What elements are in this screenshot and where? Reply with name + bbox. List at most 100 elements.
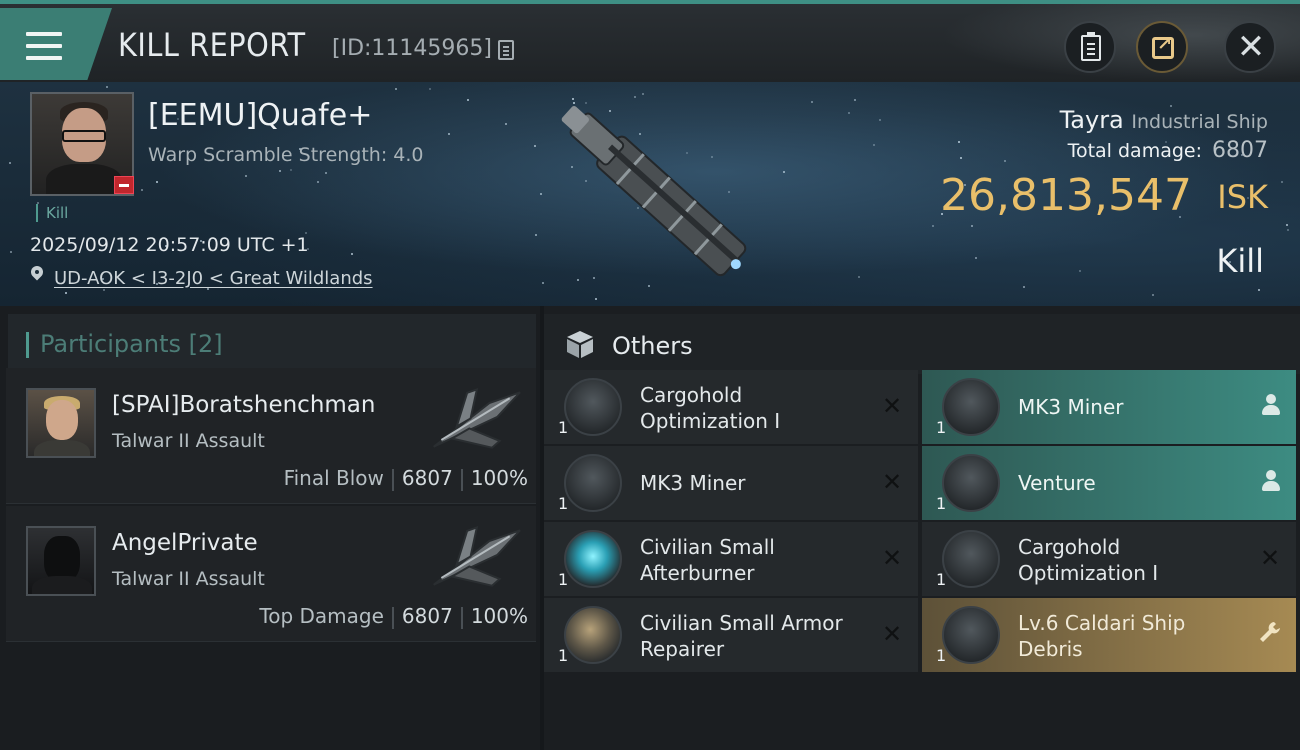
cargohold-optimization-icon	[942, 530, 1000, 588]
participants-header: Participants [2]	[8, 314, 536, 372]
participant-damage: 6807	[401, 466, 453, 490]
star-decoration	[351, 253, 353, 255]
item-quantity: 1	[558, 418, 569, 437]
participant-ship: Talwar II Assault	[112, 430, 265, 452]
copy-icon[interactable]	[498, 40, 514, 60]
star-decoration	[1287, 229, 1289, 231]
star-decoration	[106, 86, 108, 88]
star-decoration	[932, 225, 934, 227]
participant-role: Top Damage	[259, 604, 384, 628]
item-quantity: 1	[558, 570, 569, 589]
item-name: Lv.6 Caldari Ship Debris	[1018, 611, 1186, 661]
participants-title: Participants [2]	[40, 330, 223, 358]
warp-scramble-strength: Warp Scramble Strength: 4.0	[148, 144, 424, 166]
hamburger-menu-icon	[26, 32, 62, 60]
star-decoration	[1286, 224, 1288, 226]
participant-row[interactable]: [SPAI]Boratshenchman Talwar II Assault F…	[6, 368, 536, 504]
participants-panel: Participants [2] [SPAI]Boratshenchman Ta…	[0, 306, 540, 750]
report-id: [ID:11145965]	[332, 36, 492, 61]
miner-module-icon	[564, 454, 622, 512]
star-decoration	[1152, 294, 1154, 296]
star-decoration	[429, 88, 431, 90]
participant-percent: 100%	[470, 466, 528, 490]
item-quantity: 1	[936, 570, 947, 589]
afterburner-icon	[564, 530, 622, 588]
star-decoration	[65, 292, 67, 294]
share-icon	[1152, 34, 1174, 59]
item-name: Civilian Small Armor Repairer	[640, 611, 843, 661]
location-link[interactable]: UD-AOK < I3-2J0 < Great Wildlands	[54, 268, 373, 289]
total-damage-label: Total damage:	[1067, 140, 1202, 162]
list-item[interactable]: 1 Cargohold Optimization I ✕	[544, 370, 918, 444]
victim-ship-name[interactable]: Tayra Industrial Ship	[1060, 106, 1268, 134]
menu-button[interactable]	[0, 8, 112, 80]
total-damage-value: 6807	[1212, 138, 1268, 163]
others-header: Others	[544, 314, 1300, 374]
participant-name: [SPAI]Boratshenchman	[112, 392, 376, 418]
participant-stats: Final Blow 6807 100%	[284, 466, 528, 491]
list-item[interactable]: 1 Lv.6 Caldari Ship Debris	[922, 598, 1296, 672]
star-decoration	[156, 181, 158, 183]
item-name: MK3 Miner	[640, 471, 746, 495]
others-title: Others	[612, 332, 693, 360]
list-item[interactable]: 1 Venture	[922, 446, 1296, 520]
star-decoration	[879, 119, 881, 121]
x-icon: ✕	[881, 620, 903, 648]
star-decoration	[1004, 160, 1006, 162]
item-quantity: 1	[936, 646, 947, 665]
star-decoration	[960, 157, 962, 159]
star-decoration	[467, 99, 469, 101]
star-decoration	[103, 289, 105, 291]
avatar[interactable]	[26, 388, 96, 458]
cargohold-optimization-icon	[564, 378, 622, 436]
close-button[interactable]: ✕	[1224, 21, 1276, 73]
close-icon: ✕	[1236, 27, 1266, 67]
isk-value: 26,813,547	[940, 170, 1192, 221]
star-decoration	[325, 172, 327, 174]
participant-role: Final Blow	[283, 466, 384, 490]
ship-name: Tayra	[1059, 106, 1124, 134]
item-quantity: 1	[558, 494, 569, 513]
item-quantity: 1	[558, 646, 569, 665]
star-decoration	[448, 133, 450, 135]
list-item[interactable]: 1 MK3 Miner ✕	[544, 446, 918, 520]
x-icon: ✕	[881, 392, 903, 420]
star-decoration	[783, 171, 785, 173]
star-decoration	[10, 251, 12, 253]
star-decoration	[505, 123, 507, 125]
star-decoration	[854, 99, 856, 101]
list-item[interactable]: 1 Cargohold Optimization I ✕	[922, 522, 1296, 596]
victim-name[interactable]: [EEMU]Quafe+	[148, 98, 372, 133]
ship-class: Industrial Ship	[1131, 111, 1268, 133]
cube-icon	[567, 331, 593, 358]
x-icon: ✕	[881, 468, 903, 496]
participant-row[interactable]: AngelPrivate Talwar II Assault Top Damag…	[6, 506, 536, 642]
star-decoration	[9, 162, 11, 164]
list-item[interactable]: 1 Civilian Small Armor Repairer ✕	[544, 598, 918, 672]
item-quantity: 1	[936, 494, 947, 513]
item-name: Civilian Small Afterburner	[640, 535, 775, 585]
star-decoration	[290, 169, 292, 171]
wrench-icon	[1260, 622, 1280, 642]
star-decoration	[1281, 181, 1283, 183]
participant-name: AngelPrivate	[112, 530, 258, 556]
star-decoration	[395, 88, 397, 90]
venture-ship-icon	[942, 454, 1000, 512]
hostile-badge-icon	[114, 176, 134, 194]
share-button[interactable]	[1136, 21, 1188, 73]
clipboard-button[interactable]	[1064, 21, 1116, 73]
participant-percent: 100%	[470, 604, 528, 628]
kill-tag: Kill	[36, 204, 68, 222]
list-item[interactable]: 1 Civilian Small Afterburner ✕	[544, 522, 918, 596]
star-decoration	[1023, 286, 1025, 288]
person-icon	[1262, 470, 1280, 492]
top-bar: KILL REPORT [ID:11145965] ✕	[0, 0, 1300, 82]
star-decoration	[958, 141, 960, 143]
avatar[interactable]	[26, 526, 96, 596]
star-decoration	[141, 189, 143, 191]
star-decoration	[971, 225, 973, 227]
victim-banner: [EEMU]Quafe+ Warp Scramble Strength: 4.0…	[0, 82, 1300, 306]
kill-datetime: 2025/09/12 20:57:09 UTC +1	[30, 234, 309, 256]
participant-ship-image	[433, 387, 521, 449]
list-item[interactable]: 1 MK3 Miner	[922, 370, 1296, 444]
